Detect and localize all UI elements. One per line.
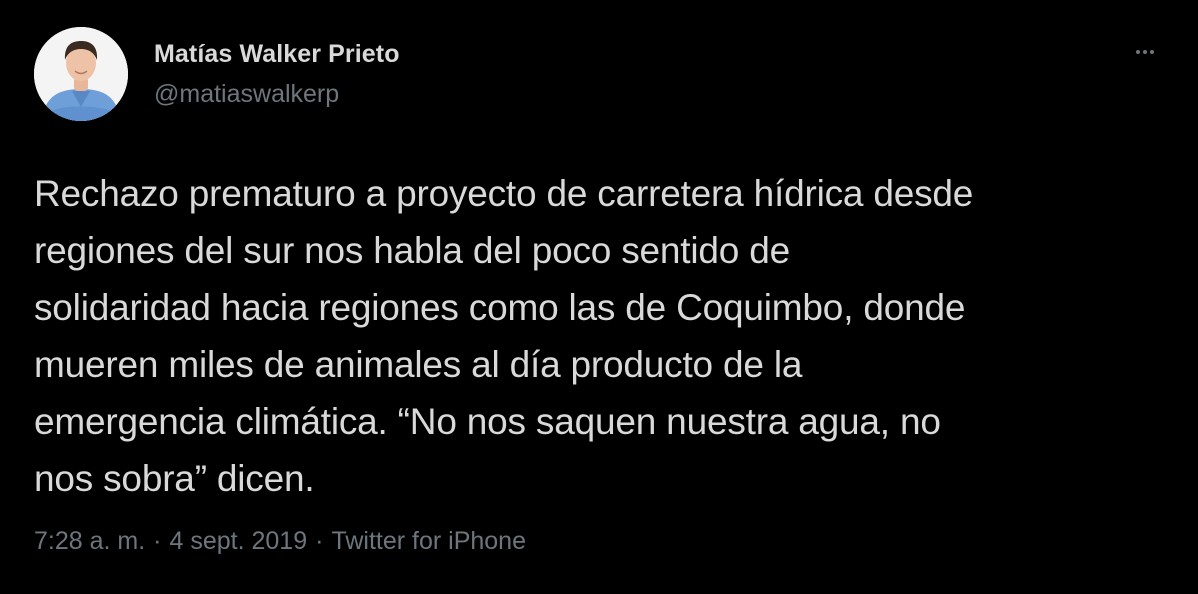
- tweet-date[interactable]: 4 sept. 2019: [170, 527, 308, 555]
- more-horizontal-icon: [1136, 50, 1140, 54]
- author-name[interactable]: Matías Walker Prieto: [154, 40, 400, 69]
- tweet-time[interactable]: 7:28 a. m.: [34, 527, 145, 555]
- more-options-button[interactable]: [1127, 40, 1163, 64]
- separator: ·: [315, 527, 324, 555]
- more-horizontal-icon: [1150, 50, 1154, 54]
- tweet-text: Rechazo prematuro a proyecto de carreter…: [34, 173, 974, 499]
- author-handle[interactable]: @matiaswalkerp: [154, 80, 339, 109]
- avatar[interactable]: [34, 27, 128, 121]
- tweet-source-link[interactable]: Twitter for iPhone: [331, 527, 526, 555]
- more-horizontal-icon: [1143, 50, 1147, 54]
- separator: ·: [153, 527, 162, 555]
- tweet-card: Matías Walker Prieto @matiaswalkerp Rech…: [0, 0, 1198, 594]
- tweet-metadata: 7:28 a. m. · 4 sept. 2019 · Twitter for iPho…: [34, 527, 526, 556]
- avatar-image: [34, 27, 128, 121]
